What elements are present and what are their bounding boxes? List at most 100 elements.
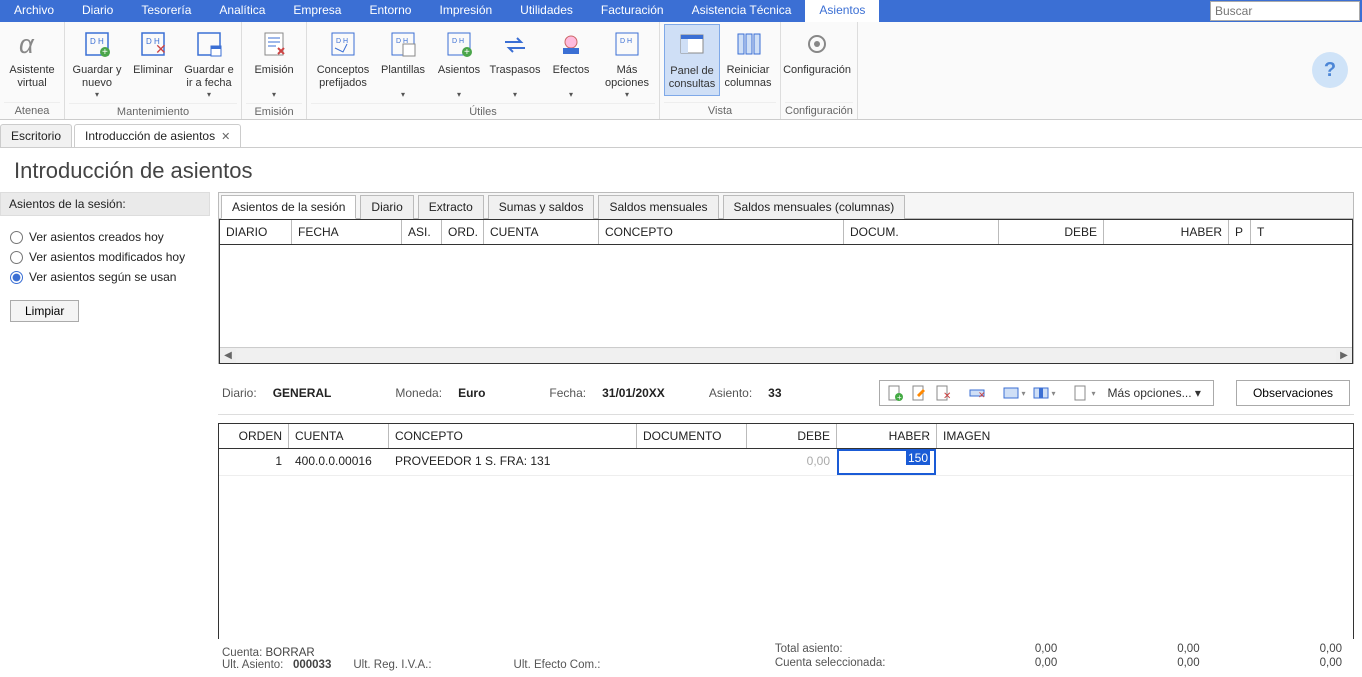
- observaciones-button[interactable]: Observaciones: [1236, 380, 1350, 406]
- menu-utilidades[interactable]: Utilidades: [506, 0, 587, 22]
- radio-creados-hoy[interactable]: Ver asientos creados hoy: [10, 230, 200, 244]
- radio-modificados-hoy[interactable]: Ver asientos modificados hoy: [10, 250, 200, 264]
- col-concepto-2[interactable]: CONCEPTO: [389, 424, 637, 448]
- tab-sumas-saldos[interactable]: Sumas y saldos: [488, 195, 595, 219]
- ribbon-configuracion[interactable]: Configuración: [785, 24, 849, 94]
- cell-documento[interactable]: [637, 449, 747, 475]
- more-icon: D H: [611, 28, 643, 60]
- split-btn-2-icon[interactable]: [1032, 384, 1050, 402]
- workspace-tab-escritorio[interactable]: Escritorio: [0, 124, 72, 147]
- doc-edit-icon[interactable]: [910, 384, 928, 402]
- status-cuenta: BORRAR: [265, 647, 314, 659]
- col-haber-2[interactable]: HABER: [837, 424, 937, 448]
- ribbon-panel-consultas[interactable]: Panel de consultas: [664, 24, 720, 96]
- doc-delete-icon[interactable]: ✕: [934, 384, 952, 402]
- tab-diario[interactable]: Diario: [360, 195, 413, 219]
- col-diario[interactable]: DIARIO: [220, 220, 292, 244]
- svg-text:D H: D H: [146, 37, 160, 46]
- split-btn-3-icon[interactable]: [1072, 384, 1090, 402]
- col-concepto[interactable]: CONCEPTO: [599, 220, 844, 244]
- search-input[interactable]: [1210, 1, 1360, 21]
- cell-concepto[interactable]: PROVEEDOR 1 S. FRA: 131: [389, 449, 637, 475]
- help-icon[interactable]: ?: [1312, 52, 1348, 88]
- col-orden[interactable]: ORDEN: [219, 424, 289, 448]
- ribbon-conceptos[interactable]: D H Conceptos prefijados: [311, 24, 375, 94]
- more-options-menu[interactable]: Más opciones... ▾: [1102, 384, 1207, 402]
- col-asi[interactable]: ASI.: [402, 220, 442, 244]
- cell-cuenta[interactable]: 400.0.0.00016: [289, 449, 389, 475]
- transfer-icon: [499, 28, 531, 60]
- cell-debe[interactable]: 0,00: [747, 449, 837, 475]
- col-debe-2[interactable]: DEBE: [747, 424, 837, 448]
- scroll-left-icon[interactable]: ◀: [220, 348, 236, 364]
- tab-asientos-sesion[interactable]: Asientos de la sesión: [221, 195, 356, 219]
- menu-archivo[interactable]: Archivo: [0, 0, 68, 22]
- h-scrollbar[interactable]: ◀ ▶: [220, 347, 1352, 363]
- scroll-right-icon[interactable]: ▶: [1336, 348, 1352, 364]
- emission-icon: [258, 28, 290, 60]
- col-haber[interactable]: HABER: [1104, 220, 1229, 244]
- session-sidebar: Asientos de la sesión: Ver asientos crea…: [0, 192, 210, 677]
- col-documento[interactable]: DOCUMENTO: [637, 424, 747, 448]
- ribbon-asistente-virtual[interactable]: α Asistente virtual: [4, 24, 60, 94]
- ribbon: α Asistente virtual Atenea D H+ Guardar …: [0, 22, 1362, 120]
- menu-impresion[interactable]: Impresión: [425, 0, 506, 22]
- save-date-icon: [193, 28, 225, 60]
- session-grid-body[interactable]: [220, 245, 1352, 347]
- entry-row[interactable]: 1 400.0.0.00016 PROVEEDOR 1 S. FRA: 131 …: [219, 449, 1353, 476]
- col-cuenta-2[interactable]: CUENTA: [289, 424, 389, 448]
- ribbon-group-label: Mantenimiento: [69, 103, 237, 120]
- radio-segun-usan[interactable]: Ver asientos según se usan: [10, 270, 200, 284]
- col-cuenta[interactable]: CUENTA: [484, 220, 599, 244]
- ribbon-reiniciar-columnas[interactable]: Reiniciar columnas: [720, 24, 776, 94]
- col-imagen[interactable]: IMAGEN: [937, 424, 1353, 448]
- svg-text:+: +: [464, 47, 470, 58]
- clear-button[interactable]: Limpiar: [10, 300, 79, 322]
- menu-empresa[interactable]: Empresa: [279, 0, 355, 22]
- tab-extracto[interactable]: Extracto: [418, 195, 484, 219]
- diario-value: GENERAL: [273, 386, 332, 400]
- tab-saldos-mensuales-col[interactable]: Saldos mensuales (columnas): [723, 195, 906, 219]
- ribbon-traspasos[interactable]: Traspasos▾: [487, 24, 543, 103]
- menu-tesoreria[interactable]: Tesorería: [127, 0, 205, 22]
- svg-text:D H: D H: [620, 38, 632, 45]
- menu-diario[interactable]: Diario: [68, 0, 127, 22]
- menu-asientos[interactable]: Asientos: [805, 0, 879, 22]
- ribbon-eliminar[interactable]: D H✕ Eliminar: [125, 24, 181, 94]
- entries-icon: D H+: [443, 28, 475, 60]
- menu-bar: Archivo Diario Tesorería Analítica Empre…: [0, 0, 1362, 22]
- col-debe[interactable]: DEBE: [999, 220, 1104, 244]
- ribbon-guardar-nuevo[interactable]: D H+ Guardar y nuevo▾: [69, 24, 125, 103]
- ribbon-emision[interactable]: Emisión▾: [246, 24, 302, 103]
- ribbon-group-label: Vista: [664, 102, 776, 119]
- alpha-icon: α: [16, 28, 48, 60]
- split-btn-1-icon[interactable]: [1002, 384, 1020, 402]
- menu-facturacion[interactable]: Facturación: [587, 0, 678, 22]
- ribbon-mas-opciones[interactable]: D H Más opciones▾: [599, 24, 655, 103]
- ribbon-efectos[interactable]: Efectos▾: [543, 24, 599, 103]
- col-t[interactable]: T: [1251, 220, 1281, 244]
- svg-text:✕: ✕: [978, 390, 985, 400]
- col-p[interactable]: P: [1229, 220, 1251, 244]
- haber-input[interactable]: 150: [839, 451, 934, 473]
- col-ord[interactable]: ORD.: [442, 220, 484, 244]
- col-fecha[interactable]: FECHA: [292, 220, 402, 244]
- row-delete-icon[interactable]: ✕: [968, 384, 986, 402]
- menu-asistencia[interactable]: Asistencia Técnica: [678, 0, 806, 22]
- workspace-tab-asientos[interactable]: Introducción de asientos ✕: [74, 124, 241, 147]
- session-grid: DIARIO FECHA ASI. ORD. CUENTA CONCEPTO D…: [219, 219, 1353, 364]
- ribbon-group-label: Atenea: [4, 102, 60, 119]
- cell-haber[interactable]: 150: [837, 449, 937, 475]
- col-docum[interactable]: DOCUM.: [844, 220, 999, 244]
- menu-entorno[interactable]: Entorno: [355, 0, 425, 22]
- ribbon-plantillas[interactable]: D H Plantillas▾: [375, 24, 431, 103]
- doc-new-icon[interactable]: +: [886, 384, 904, 402]
- close-icon[interactable]: ✕: [221, 130, 230, 143]
- ribbon-guardar-fecha[interactable]: Guardar e ir a fecha▾: [181, 24, 237, 103]
- effects-icon: [555, 28, 587, 60]
- tab-saldos-mensuales[interactable]: Saldos mensuales: [598, 195, 718, 219]
- ribbon-asientos-btn[interactable]: D H+ Asientos▾: [431, 24, 487, 103]
- gear-icon: [801, 28, 833, 60]
- cell-imagen[interactable]: [937, 449, 1353, 475]
- menu-analitica[interactable]: Analítica: [205, 0, 279, 22]
